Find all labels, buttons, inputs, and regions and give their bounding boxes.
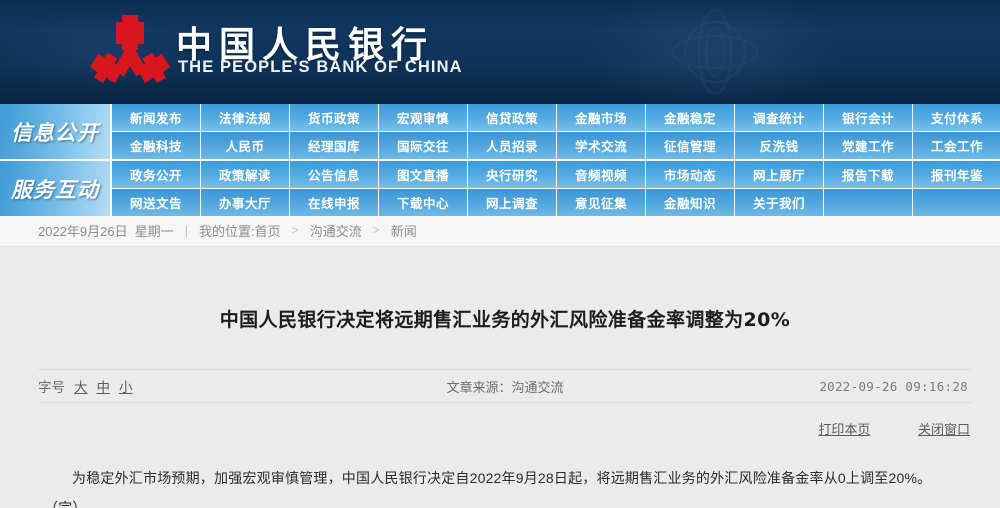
breadcrumb-item-communication[interactable]: 沟通交流 [310,221,362,240]
nav-item-government-affairs[interactable]: 政务公开 [112,161,201,188]
nav-item-market-dynamics[interactable]: 市场动态 [646,161,735,188]
chevron-right-icon-1: > [291,223,299,237]
nav-side-label-information[interactable]: 信息公开 [0,104,112,159]
header-watermark [671,8,759,96]
article-timestamp: 2022-09-26 09:16:28 [819,378,968,394]
nav-row-4: 网送文告 办事大厅 在线申报 下载中心 网上调查 意见征集 金融知识 关于我们 [112,188,1000,216]
article-body: 为稳定外汇市场预期，加强宏观审慎管理，中国人民银行决定自2022年9月28日起，… [44,464,966,508]
nav-item-academic-exchange[interactable]: 学术交流 [557,132,646,159]
bank-name-english: THE PEOPLE'S BANK OF CHINA [178,58,463,76]
pboc-logo-icon [90,15,170,83]
print-page-link[interactable]: 打印本页 [818,422,870,437]
nav-item-download-center[interactable]: 下载中心 [379,189,468,216]
nav-item-bank-accounting[interactable]: 银行会计 [824,104,913,131]
nav-item-treasury-management[interactable]: 经理国库 [290,132,379,159]
nav-row-1: 新闻发布 法律法规 货币政策 宏观审慎 信贷政策 金融市场 金融稳定 调查统计 … [112,104,1000,131]
nav-row-3: 政务公开 政策解读 公告信息 图文直播 央行研究 音频视频 市场动态 网上展厅 … [112,161,1000,188]
article-actions: 打印本页 关闭窗口 [10,419,970,438]
article-source: 文章来源：沟通交流 [446,379,564,395]
chevron-right-icon-2: > [372,223,380,237]
font-size-large[interactable]: 大 [74,376,88,396]
site-header: 中国人民银行 THE PEOPLE'S BANK OF CHINA [0,0,1000,104]
nav-item-financial-market[interactable]: 金融市场 [557,104,646,131]
nav-item-periodicals-yearbook[interactable]: 报刊年鉴 [913,161,1000,188]
nav-group-services: 服务互动 政务公开 政策解读 公告信息 图文直播 央行研究 音频视频 市场动态 … [0,159,1000,216]
nav-item-international-exchange[interactable]: 国际交往 [379,132,468,159]
nav-item-report-download[interactable]: 报告下载 [824,161,913,188]
content-area: 中国人民银行决定将远期售汇业务的外汇风险准备金率调整为20% 字号 大 中 小 … [0,305,1000,508]
nav-item-rmb[interactable]: 人民币 [201,132,290,159]
breadcrumb-location-label: 我的位置: [199,223,255,239]
nav-item-financial-stability[interactable]: 金融稳定 [646,104,735,131]
nav-rows-services: 政务公开 政策解读 公告信息 图文直播 央行研究 音频视频 市场动态 网上展厅 … [112,161,1000,216]
nav-item-laws-regulations[interactable]: 法律法规 [201,104,290,131]
nav-item-macro-prudential[interactable]: 宏观审慎 [379,104,468,131]
article-container: 中国人民银行决定将远期售汇业务的外汇风险准备金率调整为20% 字号 大 中 小 … [10,305,1000,508]
nav-item-survey-statistics[interactable]: 调查统计 [735,104,824,131]
nav-item-fintech[interactable]: 金融科技 [112,132,201,159]
breadcrumb-date: 2022年9月26日 [38,223,128,239]
nav-item-credit-policy[interactable]: 信贷政策 [468,104,557,131]
article-paragraph-2: （完） [44,500,87,508]
nav-item-online-exhibition[interactable]: 网上展厅 [735,161,824,188]
nav-row-2: 金融科技 人民币 经理国库 国际交往 人员招录 学术交流 征信管理 反洗钱 党建… [112,131,1000,159]
article-paragraph-1: 为稳定外汇市场预期，加强宏观审慎管理，中国人民银行决定自2022年9月28日起，… [72,470,932,486]
font-size-small[interactable]: 小 [119,376,133,396]
breadcrumb: 2022年9月26日 星期一 | 我的位置: 首页 > 沟通交流 > 新闻 [0,214,1000,247]
nav-item-credit-reference[interactable]: 征信管理 [646,132,735,159]
nav-group-information: 信息公开 新闻发布 法律法规 货币政策 宏观审慎 信贷政策 金融市场 金融稳定 … [0,104,1000,159]
breadcrumb-item-home[interactable]: 首页 [255,221,281,240]
article-meta-bar: 字号 大 中 小 文章来源：沟通交流 2022-09-26 09:16:28 [38,369,972,403]
nav-item-online-documents[interactable]: 网送文告 [112,189,201,216]
close-window-link[interactable]: 关闭窗口 [918,422,970,437]
breadcrumb-pipe: | [184,222,189,238]
nav-item-announcements[interactable]: 公告信息 [290,161,379,188]
page-title: 中国人民银行决定将远期售汇业务的外汇风险准备金率调整为20% [219,309,791,331]
nav-item-trade-union[interactable]: 工会工作 [913,132,1000,159]
nav-item-empty-1 [824,189,913,216]
nav-item-anti-money-laundering[interactable]: 反洗钱 [735,132,824,159]
font-size-medium[interactable]: 中 [97,376,111,396]
nav-item-about-us[interactable]: 关于我们 [735,189,824,216]
nav-side-label-services[interactable]: 服务互动 [0,161,112,216]
main-navigation: 信息公开 新闻发布 法律法规 货币政策 宏观审慎 信贷政策 金融市场 金融稳定 … [0,104,1000,216]
nav-item-monetary-policy[interactable]: 货币政策 [290,104,379,131]
breadcrumb-weekday: 星期一 [134,223,174,239]
nav-item-central-bank-research[interactable]: 央行研究 [468,161,557,188]
nav-item-empty-2 [913,189,1000,216]
nav-item-financial-knowledge[interactable]: 金融知识 [646,189,735,216]
nav-rows-information: 新闻发布 法律法规 货币政策 宏观审慎 信贷政策 金融市场 金融稳定 调查统计 … [112,104,1000,159]
nav-item-online-survey[interactable]: 网上调查 [468,189,557,216]
breadcrumb-item-news[interactable]: 新闻 [391,221,417,240]
nav-item-service-hall[interactable]: 办事大厅 [201,189,290,216]
font-size-label: 字号 [38,380,65,395]
font-size-control: 字号 大 中 小 [38,376,133,396]
nav-item-payment-system[interactable]: 支付体系 [913,104,1000,131]
nav-item-policy-interpretation[interactable]: 政策解读 [201,161,290,188]
nav-item-party-building[interactable]: 党建工作 [824,132,913,159]
nav-item-opinion-collection[interactable]: 意见征集 [557,189,646,216]
nav-item-recruitment[interactable]: 人员招录 [468,132,557,159]
nav-item-live-broadcast[interactable]: 图文直播 [379,161,468,188]
nav-item-online-declaration[interactable]: 在线申报 [290,189,379,216]
nav-item-news-release[interactable]: 新闻发布 [112,104,201,131]
nav-item-audio-video[interactable]: 音频视频 [557,161,646,188]
